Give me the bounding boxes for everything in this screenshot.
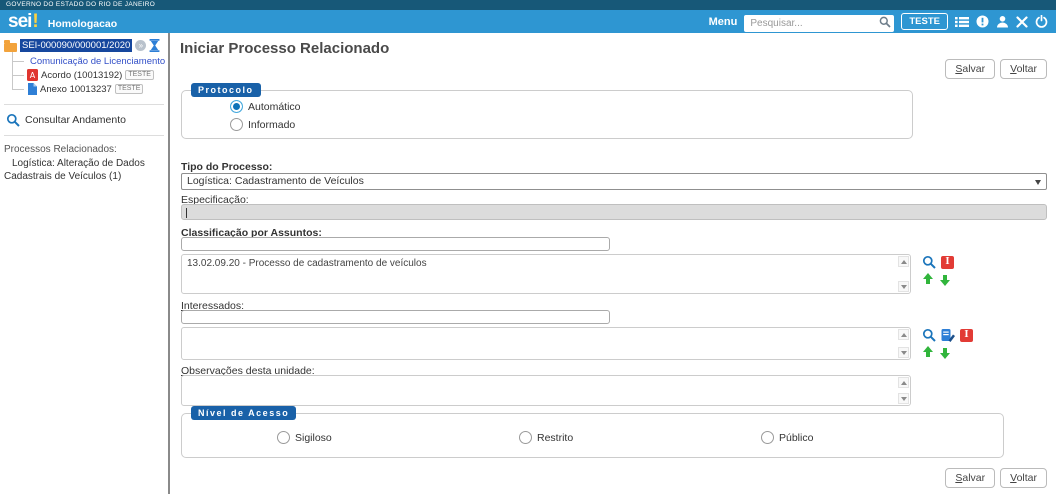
sei-logo[interactable]: sei!	[8, 12, 38, 32]
document-item[interactable]: Comunicação de Licenciamento Sanit	[12, 54, 168, 68]
nivel-acesso-legend: Nível de Acesso	[191, 406, 296, 420]
interessados-listbox[interactable]	[181, 327, 911, 360]
classificacao-input[interactable]	[181, 237, 610, 251]
radio-publico-label: Público	[779, 432, 813, 444]
tipo-processo-value: Logística: Cadastramento de Veículos	[187, 175, 364, 187]
search-assunto-icon[interactable]	[922, 255, 936, 269]
government-bar: GOVERNO DO ESTADO DO RIO DE JANEIRO	[0, 0, 1056, 10]
radio-restrito-label: Restrito	[537, 432, 573, 444]
sei-logo-text: sei	[8, 11, 31, 32]
control-panel-icon[interactable]	[955, 16, 969, 28]
save-button[interactable]: Salvar	[945, 468, 995, 488]
user-profile-icon[interactable]	[996, 15, 1009, 28]
sidebar-divider	[4, 104, 164, 105]
radio-automatico-label: Automático	[248, 101, 301, 113]
search-input[interactable]	[744, 15, 894, 32]
tools-icon[interactable]	[1016, 16, 1028, 28]
alert-icon[interactable]	[976, 15, 989, 28]
document-label[interactable]: Comunicação de Licenciamento Sanit	[30, 56, 168, 67]
page-title: Iniciar Processo Relacionado	[180, 40, 389, 57]
sidebar-divider	[4, 135, 164, 136]
radio-informado[interactable]	[230, 118, 243, 131]
process-tree-sidebar: SEI-000090/000001/2020 » Comunicação de …	[0, 33, 168, 494]
observacoes-textarea[interactable]	[181, 375, 911, 406]
interessados-actions: I	[922, 328, 982, 363]
scroll-down-icon[interactable]	[898, 281, 909, 292]
remove-assunto-icon[interactable]: I	[941, 256, 954, 269]
classificacao-actions: I	[922, 255, 982, 290]
especificacao-input	[181, 204, 1047, 220]
back-button-label: Voltar	[1010, 63, 1037, 75]
radio-informado-label: Informado	[248, 119, 295, 131]
magnifier-icon	[6, 113, 20, 127]
tipo-processo-label: Tipo do Processo:	[181, 161, 272, 173]
expand-actions-icon[interactable]: »	[135, 40, 146, 51]
back-button[interactable]: Voltar	[1000, 59, 1047, 79]
bottom-action-bar: Salvar Voltar	[945, 468, 1047, 488]
pdf-icon: A	[27, 69, 38, 81]
back-button[interactable]: Voltar	[1000, 468, 1047, 488]
folder-icon	[4, 43, 17, 52]
tipo-processo-select[interactable]: Logística: Cadastramento de Veículos	[181, 173, 1047, 190]
document-item[interactable]: A Acordo (10013192) TESTE	[12, 68, 168, 82]
search-icon[interactable]	[879, 16, 891, 28]
scroll-up-icon[interactable]	[898, 377, 909, 388]
classificacao-listbox[interactable]: 13.02.09.20 - Processo de cadastramento …	[181, 254, 911, 294]
classificacao-item[interactable]: 13.02.09.20 - Processo de cadastramento …	[182, 255, 910, 272]
move-up-icon[interactable]	[922, 346, 934, 359]
interessados-input[interactable]	[181, 310, 610, 324]
scroll-up-icon[interactable]	[898, 256, 909, 267]
document-label[interactable]: Anexo 10013237	[40, 84, 112, 95]
related-processes-title: Processos Relacionados:	[4, 144, 168, 155]
move-down-icon[interactable]	[939, 273, 951, 286]
move-up-icon[interactable]	[922, 273, 934, 286]
scroll-up-icon[interactable]	[898, 329, 909, 340]
protocolo-fieldset: Protocolo Automático Informado	[181, 90, 913, 139]
radio-sigiloso-label: Sigiloso	[295, 432, 332, 444]
main-content: Iniciar Processo Relacionado Salvar Volt…	[170, 33, 1056, 494]
edit-interessado-icon[interactable]	[941, 328, 955, 342]
power-icon[interactable]	[1035, 15, 1048, 28]
app-header: sei! Homologacao Menu TESTE	[0, 10, 1056, 33]
radio-automatico[interactable]	[230, 100, 243, 113]
document-icon	[27, 83, 37, 95]
document-item[interactable]: Anexo 10013237 TESTE	[12, 82, 168, 96]
consult-progress-link[interactable]: Consultar Andamento	[4, 113, 168, 127]
radio-restrito[interactable]	[519, 431, 532, 444]
top-action-bar: Salvar Voltar	[945, 59, 1047, 79]
document-label[interactable]: Acordo (10013192)	[41, 70, 122, 81]
user-button[interactable]: TESTE	[901, 13, 948, 30]
document-list: Comunicação de Licenciamento Sanit A Aco…	[12, 54, 168, 96]
search-interessado-icon[interactable]	[922, 328, 936, 342]
government-label: GOVERNO DO ESTADO DO RIO DE JANEIRO	[6, 1, 155, 8]
text-cursor	[186, 208, 187, 218]
svg-text:A: A	[30, 71, 36, 80]
menu-button[interactable]: Menu	[709, 16, 738, 28]
process-root-node[interactable]: SEI-000090/000001/2020 »	[4, 39, 168, 52]
chevron-down-icon	[1035, 180, 1041, 185]
save-button-label: Salvar	[955, 472, 985, 484]
remove-interessado-icon[interactable]: I	[960, 329, 973, 342]
radio-sigiloso[interactable]	[277, 431, 290, 444]
document-badge: TESTE	[125, 70, 154, 80]
hourglass-icon	[149, 39, 160, 52]
back-button-label: Voltar	[1010, 472, 1037, 484]
radio-publico[interactable]	[761, 431, 774, 444]
nivel-acesso-fieldset: Nível de Acesso Sigiloso Restrito Públic…	[181, 413, 1004, 458]
save-button-label: Salvar	[955, 63, 985, 75]
scroll-down-icon[interactable]	[898, 347, 909, 358]
related-process-link[interactable]: Logística: Alteração de Dados Cadastrais…	[4, 157, 168, 183]
process-number[interactable]: SEI-000090/000001/2020	[20, 39, 132, 52]
sei-logo-accent: !	[32, 11, 37, 32]
environment-label: Homologacao	[48, 18, 117, 30]
move-down-icon[interactable]	[939, 346, 951, 359]
save-button[interactable]: Salvar	[945, 59, 995, 79]
search-box	[744, 13, 894, 30]
scroll-down-icon[interactable]	[898, 393, 909, 404]
protocolo-legend: Protocolo	[191, 83, 261, 97]
document-badge: TESTE	[115, 84, 144, 94]
consult-progress-label[interactable]: Consultar Andamento	[25, 114, 126, 126]
